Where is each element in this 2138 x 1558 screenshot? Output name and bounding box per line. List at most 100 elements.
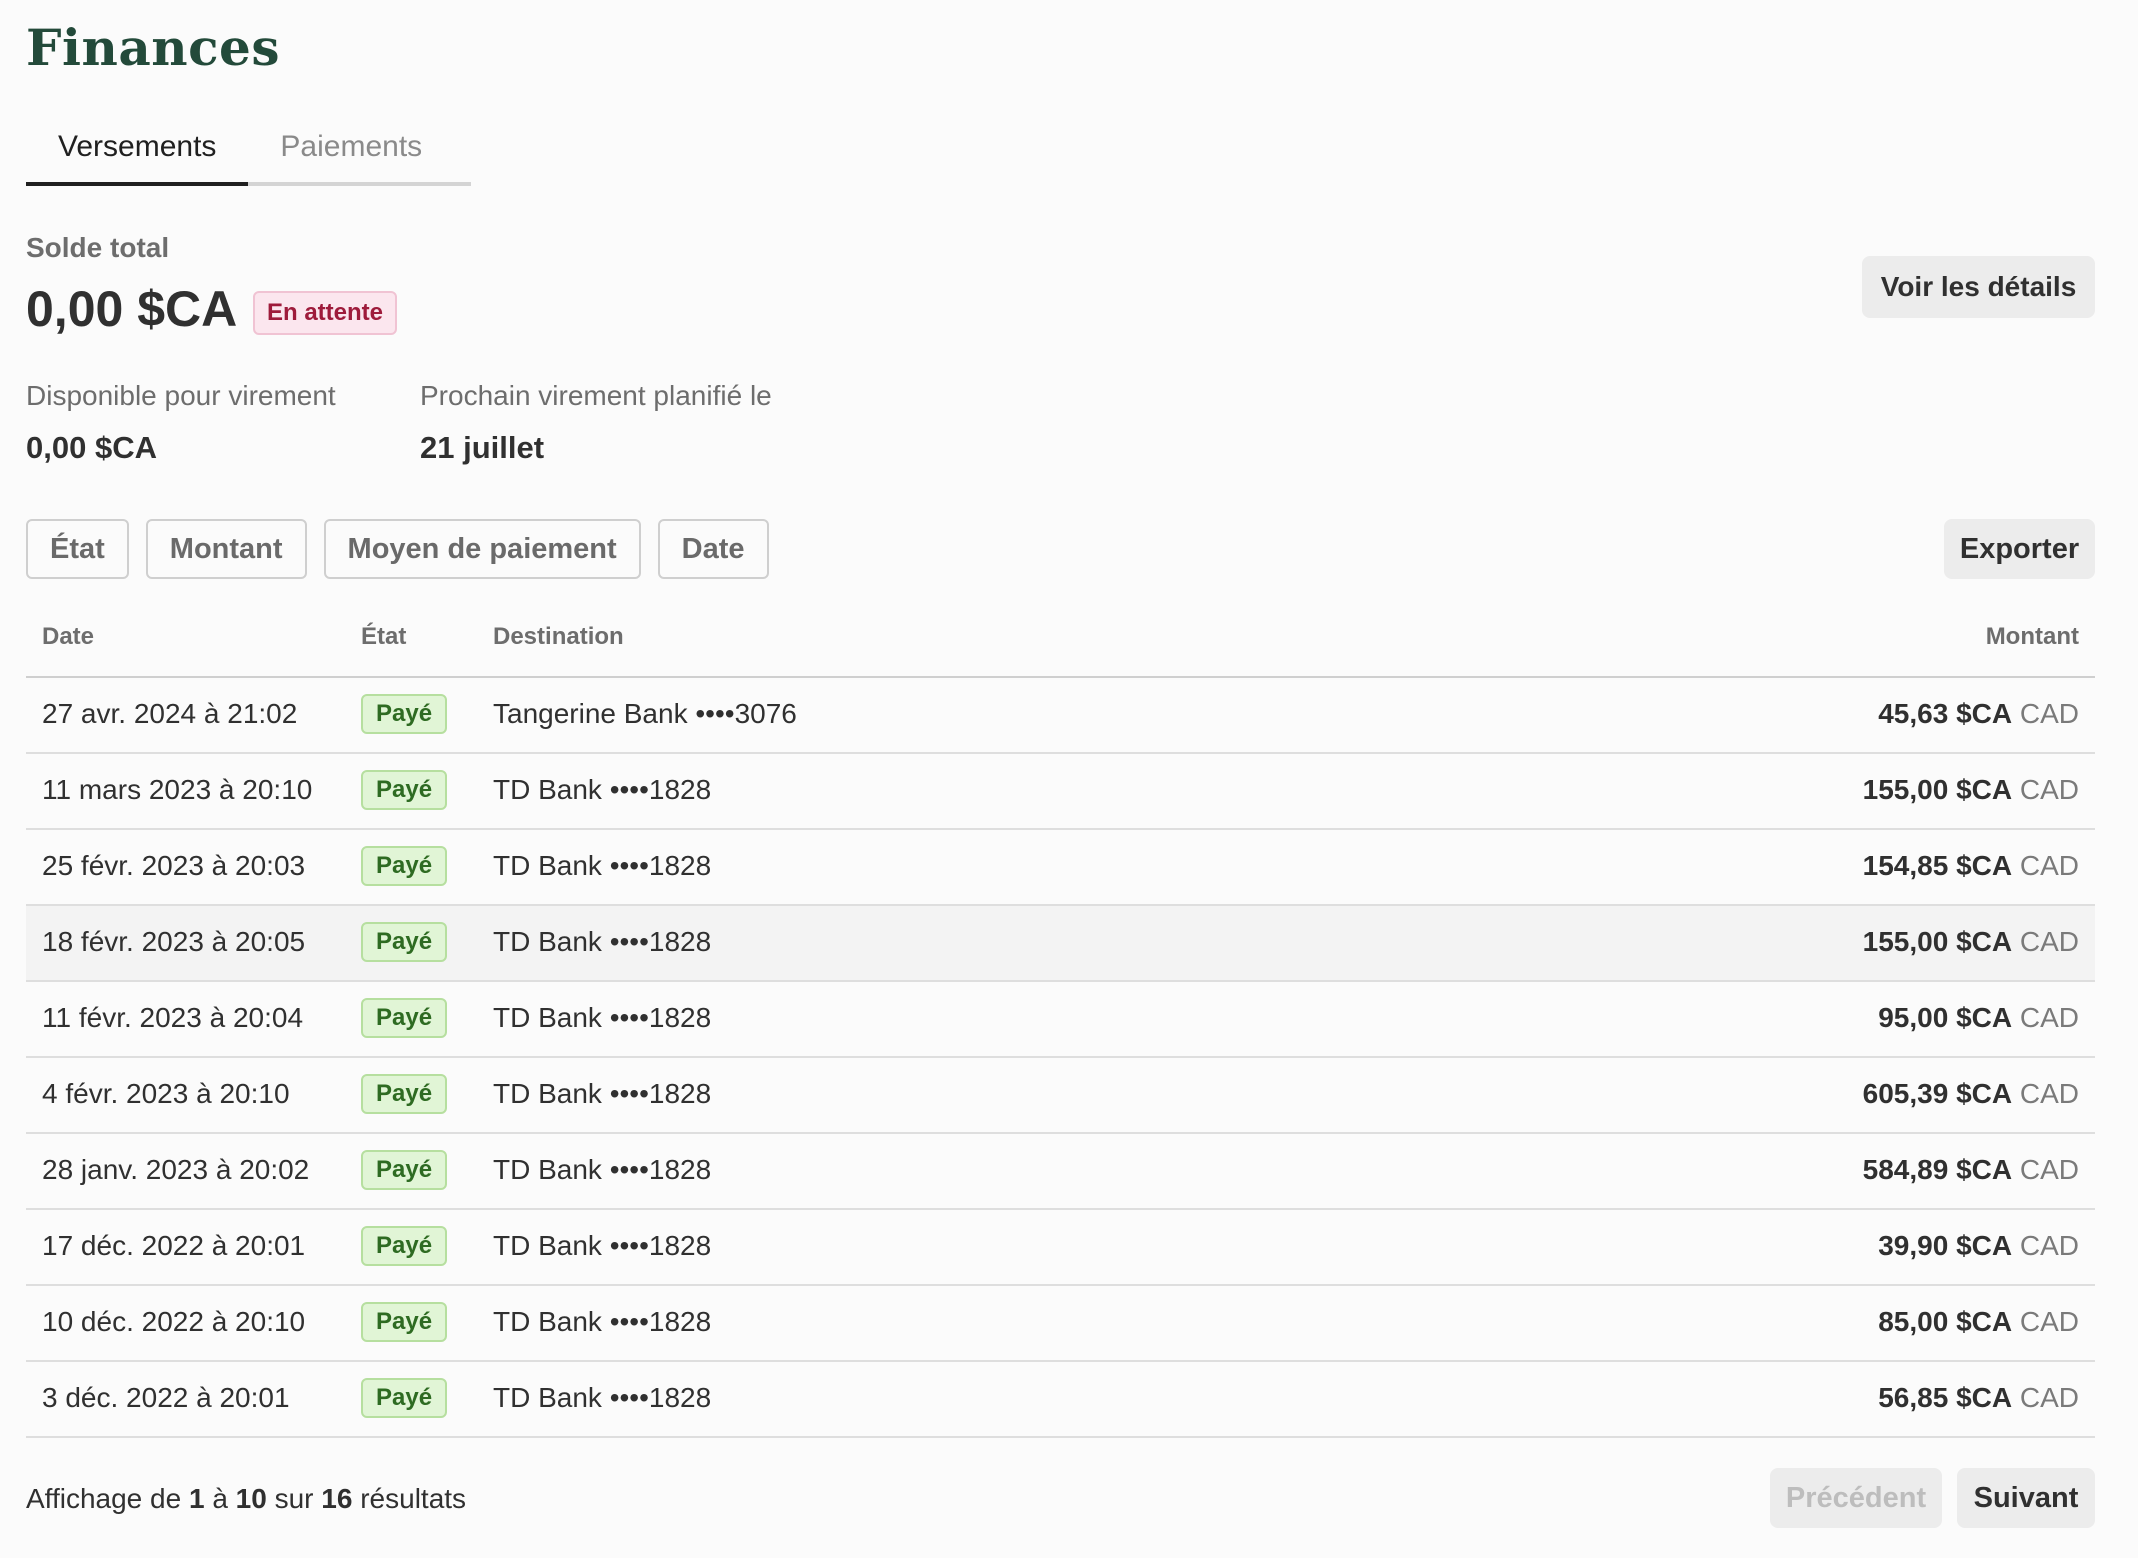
page-title: Finances — [26, 18, 280, 77]
row-amount: 39,90 $CA CAD — [1878, 1230, 2079, 1262]
pagination-prefix: Affichage de — [26, 1483, 182, 1514]
pagination-to-word: à — [212, 1483, 228, 1514]
row-amount: 45,63 $CA CAD — [1878, 698, 2079, 730]
row-date: 10 déc. 2022 à 20:10 — [42, 1306, 306, 1337]
row-amount-currency: CAD — [2019, 1078, 2079, 1109]
row-amount: 155,00 $CA CAD — [1863, 926, 2079, 958]
row-date: 4 févr. 2023 à 20:10 — [42, 1078, 290, 1109]
table-row[interactable]: 25 févr. 2023 à 20:03 Payé TD Bank ••••182… — [26, 830, 2095, 906]
status-badge: En attente — [253, 291, 398, 335]
row-date: 3 déc. 2022 à 20:01 — [42, 1382, 290, 1413]
pagination-to: 10 — [235, 1483, 267, 1514]
row-amount-value: 56,85 $CA — [1878, 1382, 2013, 1413]
next-transfer-value: 21 juillet — [420, 430, 545, 465]
table-row[interactable]: 10 déc. 2022 à 20:10 Payé TD Bank ••••1828… — [26, 1286, 2095, 1362]
table-row[interactable]: 3 déc. 2022 à 20:01 Payé TD Bank ••••1828 5… — [26, 1362, 2095, 1438]
pagination-from: 1 — [188, 1483, 205, 1514]
table-header: Date État Destination Montant — [26, 600, 2095, 678]
status-badge: Payé — [361, 998, 448, 1038]
table-row[interactable]: 11 févr. 2023 à 20:04 Payé TD Bank ••••182… — [26, 982, 2095, 1058]
row-date: 11 mars 2023 à 20:10 — [42, 774, 313, 805]
row-date: 25 févr. 2023 à 20:03 — [42, 850, 306, 881]
row-amount-currency: CAD — [2019, 1230, 2079, 1261]
column-header-destination[interactable]: Destination — [493, 623, 624, 651]
row-amount-value: 605,39 $CA — [1862, 1078, 2013, 1109]
row-amount-currency: CAD — [2019, 1382, 2079, 1413]
row-date: 27 avr. 2024 à 21:02 — [42, 698, 298, 729]
row-destination: TD Bank ••••1828 — [493, 1154, 712, 1185]
next-page-button[interactable]: Suivant — [1957, 1468, 2095, 1528]
filter-date-button[interactable]: Date — [657, 519, 769, 579]
view-details-button[interactable]: Voir les détails — [1862, 256, 2095, 318]
row-destination: TD Bank ••••1828 — [493, 1002, 712, 1033]
status-badge: Payé — [361, 1302, 448, 1342]
pagination-summary: Affichage de 1 à 10 sur 16 résultats — [26, 1483, 466, 1515]
table-row[interactable]: 27 avr. 2024 à 21:02 Payé Tangerine Bank •… — [26, 678, 2095, 754]
row-destination: TD Bank ••••1828 — [493, 1230, 712, 1261]
pagination-suffix: résultats — [360, 1483, 467, 1514]
row-amount: 605,39 $CA CAD — [1863, 1078, 2079, 1110]
row-amount-value: 584,89 $CA — [1862, 1154, 2013, 1185]
row-amount-currency: CAD — [2019, 698, 2079, 729]
status-badge: Payé — [361, 694, 448, 734]
row-amount-value: 85,00 $CA — [1878, 1306, 2013, 1337]
row-amount-value: 154,85 $CA — [1862, 850, 2013, 881]
tab-bar: Versements Paiements — [26, 118, 471, 186]
available-value: 0,00 $CA — [26, 430, 157, 465]
row-amount: 584,89 $CA CAD — [1863, 1154, 2079, 1186]
table-row[interactable]: 4 févr. 2023 à 20:10 Payé TD Bank ••••1828… — [26, 1058, 2095, 1134]
row-date: 11 févr. 2023 à 20:04 — [42, 1002, 304, 1033]
previous-page-button[interactable]: Précédent — [1770, 1468, 1942, 1528]
row-amount-currency: CAD — [2019, 850, 2079, 881]
row-amount-value: 155,00 $CA — [1862, 774, 2013, 805]
row-amount-value: 45,63 $CA — [1878, 698, 2013, 729]
row-date: 18 févr. 2023 à 20:05 — [42, 926, 306, 957]
next-transfer-label: Prochain virement planifié le — [420, 380, 772, 411]
finances-page: Finances Versements Paiements Solde tota… — [0, 0, 2138, 1558]
column-header-amount[interactable]: Montant — [1986, 623, 2079, 651]
row-date: 17 déc. 2022 à 20:01 — [42, 1230, 306, 1261]
table-row[interactable]: 18 févr. 2023 à 20:05 Payé TD Bank ••••182… — [26, 906, 2095, 982]
row-amount: 154,85 $CA CAD — [1863, 850, 2079, 882]
status-badge: Payé — [361, 1074, 448, 1114]
status-badge: Payé — [361, 1378, 448, 1418]
filter-status-button[interactable]: État — [26, 519, 129, 579]
row-destination: TD Bank ••••1828 — [493, 926, 712, 957]
row-amount: 56,85 $CA CAD — [1878, 1382, 2079, 1414]
table-row[interactable]: 17 déc. 2022 à 20:01 Payé TD Bank ••••1828… — [26, 1210, 2095, 1286]
tab-versements[interactable]: Versements — [26, 118, 249, 186]
row-amount: 155,00 $CA CAD — [1863, 774, 2079, 806]
pagination-of-word: sur — [274, 1483, 314, 1514]
row-amount-currency: CAD — [2019, 1002, 2079, 1033]
filter-amount-button[interactable]: Montant — [145, 519, 307, 579]
row-amount-value: 95,00 $CA — [1878, 1002, 2013, 1033]
filter-payment-method-button[interactable]: Moyen de paiement — [323, 519, 641, 579]
row-destination: Tangerine Bank ••••3076 — [493, 698, 797, 729]
status-badge: Payé — [361, 922, 448, 962]
row-amount-currency: CAD — [2019, 774, 2079, 805]
table-body: 27 avr. 2024 à 21:02 Payé Tangerine Bank •… — [26, 678, 2095, 1438]
row-destination: TD Bank ••••1828 — [493, 1078, 712, 1109]
row-destination: TD Bank ••••1828 — [493, 1306, 712, 1337]
column-header-status[interactable]: État — [361, 623, 406, 651]
status-badge: Payé — [361, 1226, 448, 1266]
row-amount-value: 39,90 $CA — [1878, 1230, 2013, 1261]
row-destination: TD Bank ••••1828 — [493, 774, 712, 805]
row-destination: TD Bank ••••1828 — [493, 850, 712, 881]
row-amount-currency: CAD — [2019, 1306, 2079, 1337]
export-button[interactable]: Exporter — [1944, 519, 2095, 579]
balance-value: 0,00 $CA — [26, 281, 238, 337]
payouts-table: Date État Destination Montant 27 avr. 20… — [26, 600, 2095, 1438]
status-badge: Payé — [361, 1150, 448, 1190]
status-badge: Payé — [361, 846, 448, 886]
row-amount: 85,00 $CA CAD — [1878, 1306, 2079, 1338]
balance-label: Solde total — [26, 232, 170, 263]
row-amount-currency: CAD — [2019, 1154, 2079, 1185]
row-amount-currency: CAD — [2019, 926, 2079, 957]
tab-paiements[interactable]: Paiements — [248, 118, 454, 182]
available-label: Disponible pour virement — [26, 380, 336, 411]
table-row[interactable]: 28 janv. 2023 à 20:02 Payé TD Bank ••••182… — [26, 1134, 2095, 1210]
row-amount: 95,00 $CA CAD — [1878, 1002, 2079, 1034]
table-row[interactable]: 11 mars 2023 à 20:10 Payé TD Bank ••••1828… — [26, 754, 2095, 830]
column-header-date[interactable]: Date — [42, 623, 94, 651]
